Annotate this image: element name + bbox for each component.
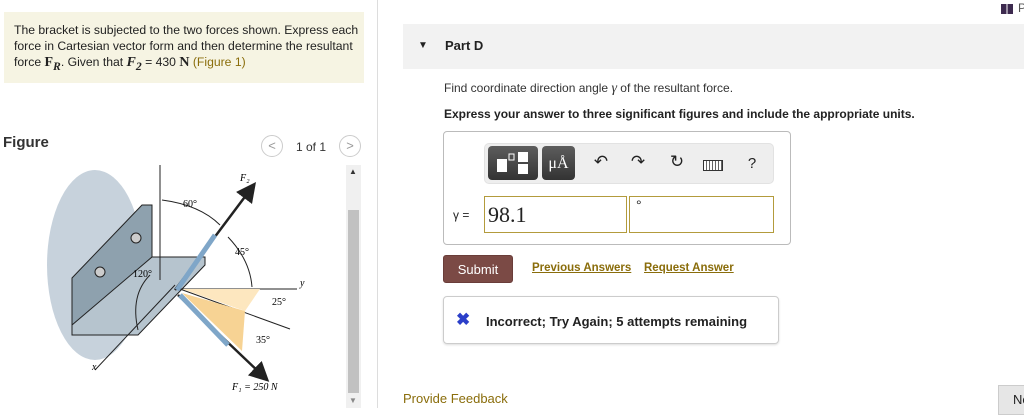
book-icon[interactable] [1001,4,1013,14]
previous-answers-link[interactable]: Previous Answers [532,262,631,274]
question-text: Find coordinate direction angle γ of the… [444,81,734,96]
panel-divider [377,0,378,408]
prev-figure-button[interactable]: < [261,135,283,157]
angle-45-label: 45° [235,247,249,258]
submit-button[interactable]: Submit [443,255,513,283]
answer-label: γ = [453,208,470,222]
next-button[interactable]: Ne [998,385,1024,415]
problem-text-2: . Given that [60,55,127,69]
angle-35-label: 35° [256,335,270,346]
figure-link[interactable]: (Figure 1) [193,55,246,69]
part-title: Part D [445,38,484,53]
part-header[interactable] [403,24,1024,69]
help-button[interactable]: ? [740,155,764,172]
keyboard-icon[interactable] [703,160,723,171]
angle-60-label: 60° [183,199,197,210]
bracket-figure: F₂ 60° 45° 120° 25° 35° y x F₁ = 250 N [47,165,305,393]
request-answer-link[interactable]: Request Answer [644,262,734,274]
scroll-down-icon[interactable]: ▼ [349,396,357,405]
scroll-up-icon[interactable]: ▲ [349,167,357,176]
screw [130,232,142,244]
screw [94,266,106,278]
instructions: Express your answer to three significant… [444,107,915,121]
y-axis-label: y [299,278,305,289]
redo-icon[interactable]: ↷ [626,152,650,172]
figure-pager: 1 of 1 [296,140,327,154]
provide-feedback-link[interactable]: Provide Feedback [403,391,508,406]
templates-button[interactable] [488,146,538,180]
f1-label: F₁ = 250 N [231,382,279,393]
top-right-link[interactable]: P [1018,1,1024,15]
f2-symbol: F2 [126,55,142,73]
undo-icon[interactable]: ↶ [589,152,613,172]
resultant-symbol: FR [44,55,61,73]
feedback-message: Incorrect; Try Again; 5 attempts remaini… [486,314,748,329]
figure-heading: Figure [3,134,49,151]
x-axis-label: x [91,362,97,373]
reset-icon[interactable]: ↻ [665,152,689,172]
angle-25-label: 25° [272,297,286,308]
incorrect-x-icon: ✖ [456,310,471,329]
templates-icon [497,152,528,174]
units-button[interactable]: μÅ [542,146,575,180]
angle-120-label: 120° [133,269,152,280]
problem-text-3: = 430 [141,55,180,69]
scrollbar-thumb[interactable] [348,210,359,393]
collapse-triangle-icon[interactable]: ▼ [418,40,428,51]
next-figure-button[interactable]: > [339,135,361,157]
value-input[interactable]: 98.1 [484,196,627,233]
problem-statement: The bracket is subjected to the two forc… [4,12,364,83]
f2-label: F₂ [239,173,250,184]
units-input[interactable]: ° [629,196,774,233]
unit-symbol: N [179,55,190,70]
